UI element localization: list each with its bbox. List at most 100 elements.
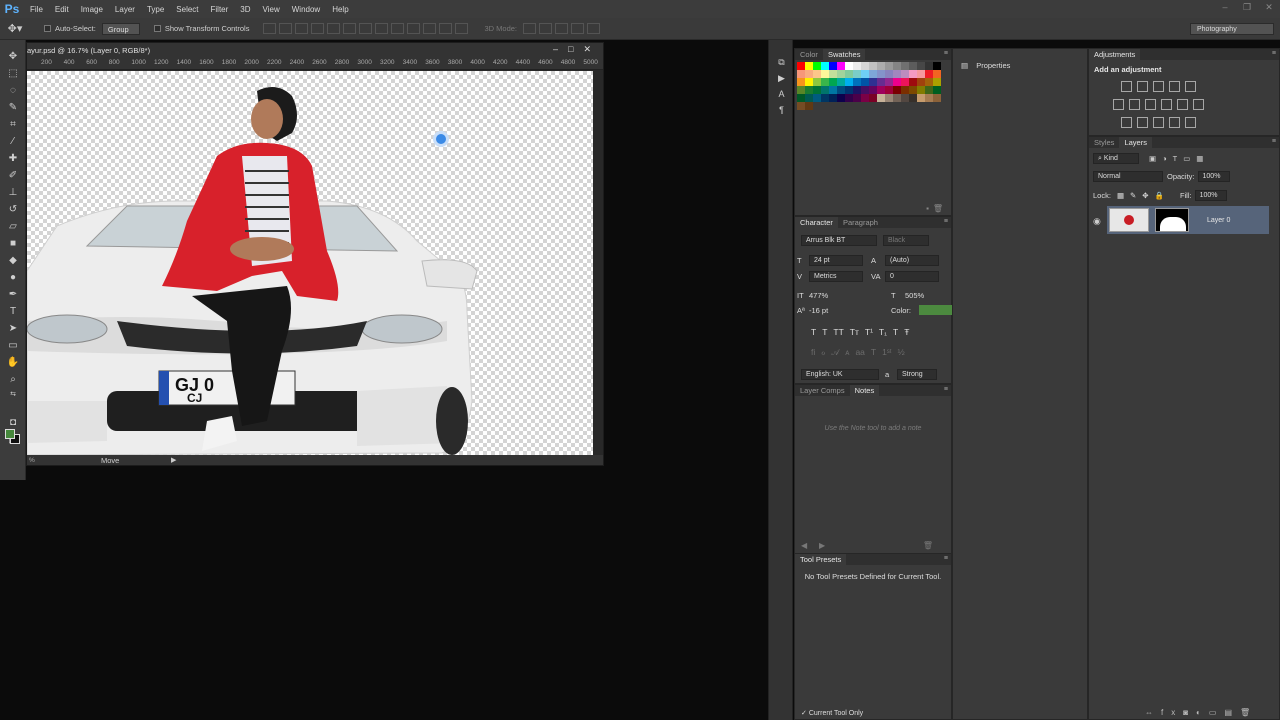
color-swatch[interactable] <box>893 78 901 86</box>
color-swatch[interactable] <box>893 70 901 78</box>
zoom-tool-icon[interactable]: ⌕ <box>0 371 26 388</box>
color-swatch[interactable] <box>853 86 861 94</box>
selective-color-icon[interactable] <box>1169 117 1180 128</box>
titling-icon[interactable]: T <box>871 347 876 358</box>
font-family-select[interactable]: Arrus Blk BT <box>801 235 877 246</box>
color-swatch[interactable] <box>813 86 821 94</box>
threshold-icon[interactable] <box>1153 117 1164 128</box>
layer-filter-icons[interactable]: ▣◑T▭▦ <box>1149 154 1209 163</box>
current-tool-only-checkbox[interactable]: ✓ Current Tool Only <box>801 709 863 717</box>
color-swatch[interactable] <box>893 62 901 70</box>
color-swatch[interactable] <box>869 86 877 94</box>
3d-rotate-icon[interactable] <box>523 23 537 34</box>
color-swatch[interactable] <box>933 70 941 78</box>
color-swatch[interactable] <box>909 78 917 86</box>
color-swatch[interactable] <box>901 70 909 78</box>
color-swatch[interactable] <box>853 78 861 86</box>
paragraph-panel-icon[interactable]: ¶ <box>769 102 794 118</box>
tab-paragraph[interactable]: Paragraph <box>838 217 883 228</box>
color-swatch[interactable] <box>797 102 805 110</box>
prev-note-icon[interactable]: ◀ <box>801 541 807 550</box>
color-swatch[interactable] <box>917 78 925 86</box>
color-swatch[interactable] <box>813 70 821 78</box>
tracking-field[interactable]: 0 <box>885 271 939 282</box>
color-swatch[interactable] <box>821 102 829 110</box>
color-swatch[interactable] <box>821 62 829 70</box>
baseline-shift-field[interactable]: -16 pt <box>809 306 839 315</box>
panel-menu-icon[interactable]: ≡ <box>944 555 948 562</box>
color-swatch[interactable] <box>917 94 925 102</box>
language-select[interactable]: English: UK <box>801 369 879 380</box>
color-swatch[interactable] <box>877 62 885 70</box>
tab-notes[interactable]: Notes <box>849 385 880 396</box>
align-vcenter-icon[interactable] <box>279 23 293 34</box>
color-swatch[interactable] <box>845 62 853 70</box>
color-swatch[interactable] <box>821 78 829 86</box>
color-swatch[interactable] <box>885 78 893 86</box>
color-swatch[interactable] <box>861 78 869 86</box>
restore-icon[interactable]: ❐ <box>1236 0 1258 14</box>
show-transform-checkbox[interactable] <box>153 25 161 32</box>
delete-note-icon[interactable]: 🗑 <box>923 541 933 550</box>
history-brush-tool-icon[interactable]: ↺ <box>0 201 26 218</box>
color-swatch[interactable] <box>853 94 861 102</box>
opacity-field[interactable]: 100% <box>1197 171 1230 182</box>
color-swatch[interactable] <box>853 62 861 70</box>
color-swatch[interactable] <box>925 78 933 86</box>
dodge-tool-icon[interactable]: ● <box>0 269 26 286</box>
color-swatch[interactable] <box>837 70 845 78</box>
color-swatch[interactable] <box>845 78 853 86</box>
zoom-readout[interactable]: % <box>29 457 95 464</box>
lasso-tool-icon[interactable]: ◌ <box>0 82 26 99</box>
menu-type[interactable]: Type <box>141 5 170 14</box>
color-swatch[interactable] <box>861 94 869 102</box>
small-caps-icon[interactable]: Tт <box>850 327 859 337</box>
color-swatch[interactable] <box>797 86 805 94</box>
layers-bottom-buttons[interactable]: ⇔fx◙◐▭▤🗑 <box>1145 708 1258 717</box>
color-swatch[interactable] <box>893 94 901 102</box>
blur-tool-icon[interactable]: ◆ <box>0 252 26 269</box>
color-swatch[interactable] <box>861 70 869 78</box>
panel-menu-icon[interactable]: ≡ <box>944 50 948 57</box>
menu-view[interactable]: View <box>257 5 286 14</box>
color-swatch[interactable] <box>925 94 933 102</box>
color-balance-icon[interactable] <box>1129 99 1140 110</box>
color-swatch[interactable] <box>813 62 821 70</box>
color-swatch[interactable] <box>933 62 941 70</box>
menu-layer[interactable]: Layer <box>109 5 141 14</box>
horizontal-scale-field[interactable]: 505% <box>905 291 935 300</box>
color-swatch[interactable] <box>805 94 813 102</box>
menu-file[interactable]: File <box>24 5 49 14</box>
color-swatch[interactable] <box>933 94 941 102</box>
color-swatch[interactable] <box>933 86 941 94</box>
color-swatch[interactable] <box>829 78 837 86</box>
ordinals-icon[interactable]: 1ˢᵗ <box>882 347 891 358</box>
tab-layer-comps[interactable]: Layer Comps <box>795 385 850 396</box>
all-caps-icon[interactable]: TT <box>833 327 843 337</box>
path-selection-tool-icon[interactable]: ➤ <box>0 320 26 337</box>
leading-field[interactable]: (Auto) <box>885 255 939 266</box>
antialias-select[interactable]: Strong <box>897 369 937 380</box>
panel-menu-icon[interactable]: ≡ <box>944 386 948 393</box>
color-swatch[interactable] <box>909 94 917 102</box>
crop-tool-icon[interactable]: ⌗ <box>0 116 26 133</box>
color-swatch[interactable] <box>885 70 893 78</box>
panel-menu-icon[interactable]: ≡ <box>1272 138 1276 145</box>
color-swatch[interactable] <box>829 94 837 102</box>
color-swatch[interactable] <box>853 70 861 78</box>
discretionary-icon[interactable]: aa <box>855 347 864 358</box>
3d-slide-icon[interactable] <box>571 23 585 34</box>
subscript-icon[interactable]: T₁ <box>879 327 887 337</box>
color-swatch[interactable] <box>853 102 861 110</box>
superscript-icon[interactable]: T¹ <box>865 327 873 337</box>
hand-tool-icon[interactable]: ✋ <box>0 354 26 371</box>
color-swatch[interactable] <box>797 78 805 86</box>
color-swatch[interactable] <box>925 62 933 70</box>
old-style-icon[interactable]: ℴ <box>821 347 825 358</box>
clone-stamp-tool-icon[interactable]: ⊥ <box>0 184 26 201</box>
menu-image[interactable]: Image <box>75 5 109 14</box>
color-swatch[interactable] <box>901 78 909 86</box>
color-swatch[interactable] <box>861 102 869 110</box>
shape-tool-icon[interactable]: ▭ <box>0 337 26 354</box>
color-swatch[interactable] <box>829 86 837 94</box>
